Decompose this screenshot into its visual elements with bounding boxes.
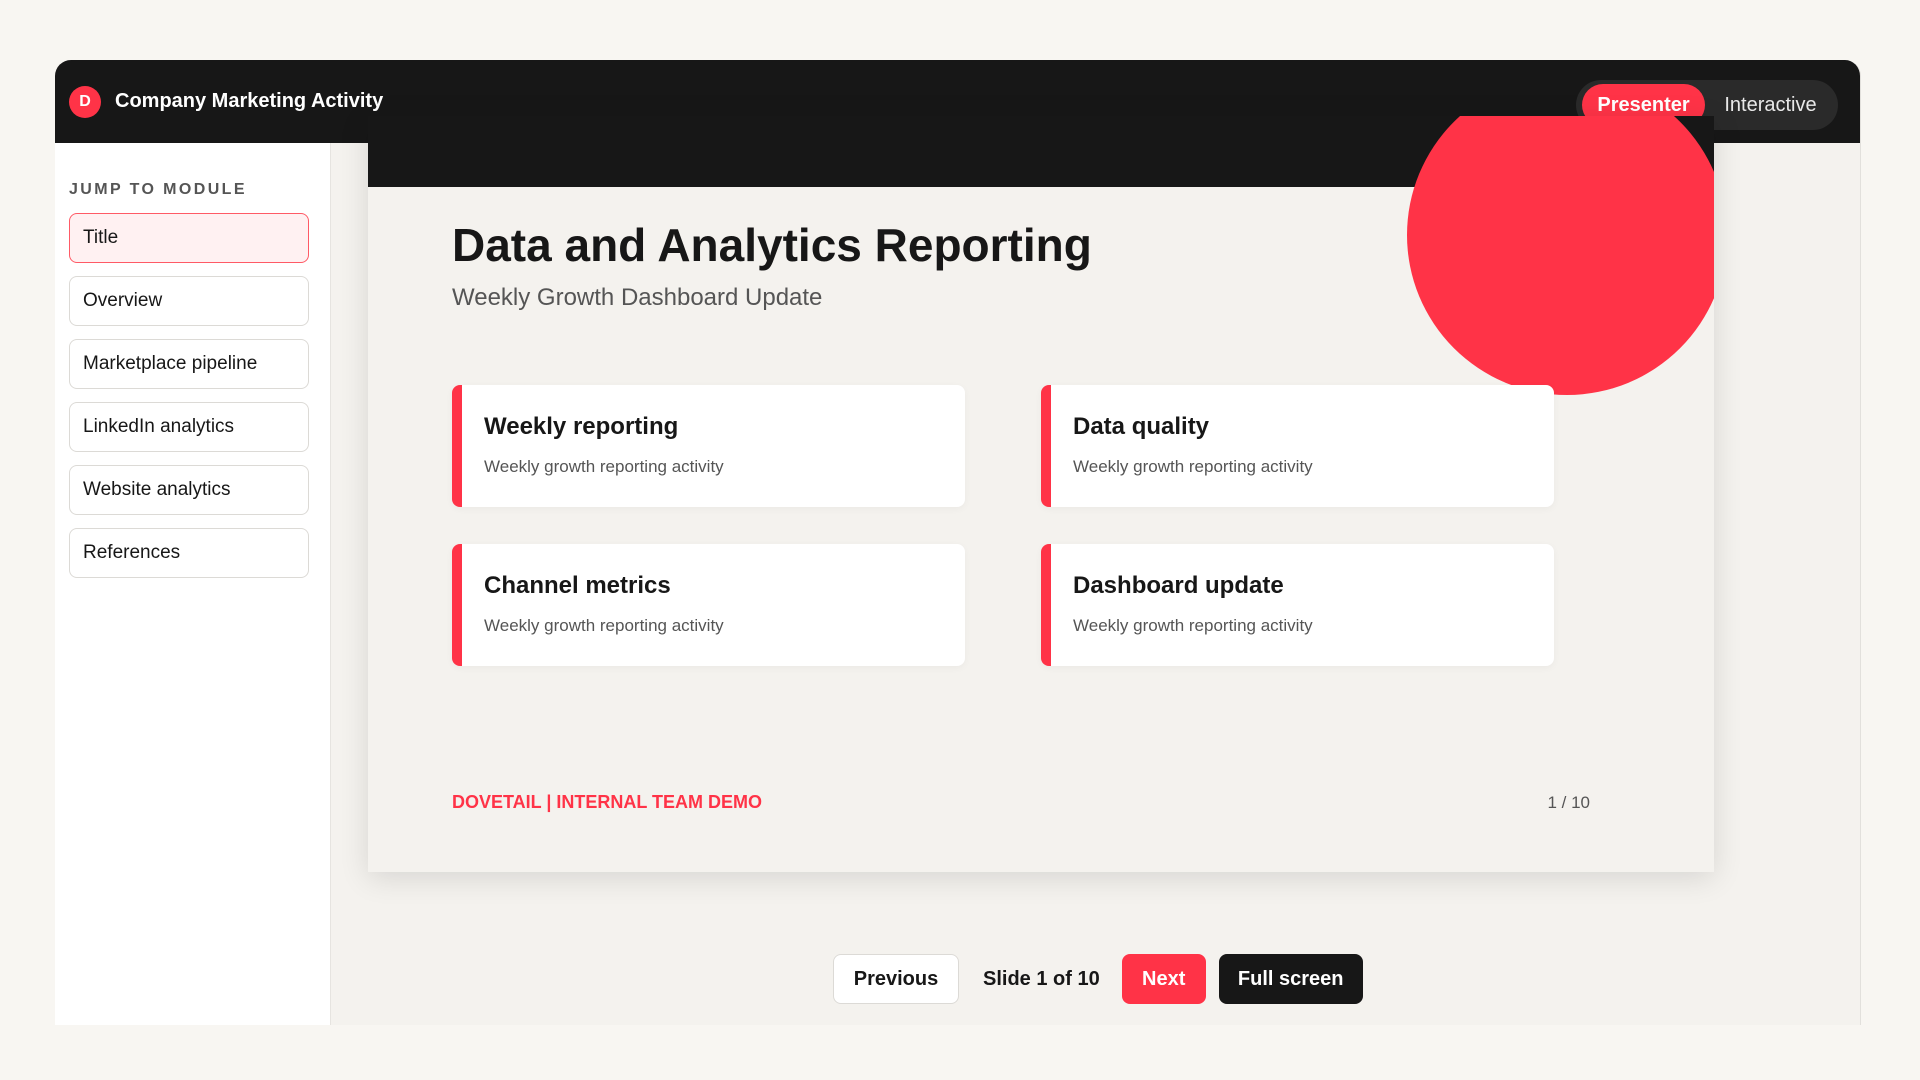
module-item-references[interactable]: References <box>69 528 309 578</box>
sidebar: JUMP TO MODULE Title Overview Marketplac… <box>55 143 331 1025</box>
interactive-mode-button[interactable]: Interactive <box>1709 84 1832 126</box>
card-title: Dashboard update <box>1073 572 1284 599</box>
card-title: Data quality <box>1073 413 1210 440</box>
card-channel-metrics: Channel metrics Weekly growth reporting … <box>452 544 965 666</box>
slide-page-number: 1 / 10 <box>1547 793 1590 812</box>
brand-logo-badge: D <box>69 85 101 118</box>
previous-button[interactable]: Previous <box>833 954 959 1004</box>
card-title: Channel metrics <box>484 572 671 599</box>
card-description: Weekly growth reporting activity <box>484 616 724 635</box>
slide-indicator: Slide 1 of 10 <box>983 967 1100 990</box>
next-button[interactable]: Next <box>1121 954 1206 1004</box>
module-item-website-analytics[interactable]: Website analytics <box>69 465 309 515</box>
slide-subtitle: Weekly Growth Dashboard Update <box>452 284 823 311</box>
slide-controls: Previous Slide 1 of 10 Next Full screen <box>833 954 1363 1004</box>
card-description: Weekly growth reporting activity <box>1073 457 1313 476</box>
card-description: Weekly growth reporting activity <box>1073 616 1313 635</box>
card-description: Weekly growth reporting activity <box>484 457 724 476</box>
card-weekly-reporting: Weekly reporting Weekly growth reporting… <box>452 385 965 507</box>
decorative-circle <box>1407 116 1714 395</box>
module-item-overview[interactable]: Overview <box>69 276 309 326</box>
fullscreen-button[interactable]: Full screen <box>1218 954 1363 1004</box>
card-dashboard-update: Dashboard update Weekly growth reporting… <box>1041 544 1554 666</box>
module-item-linkedin-analytics[interactable]: LinkedIn analytics <box>69 402 309 452</box>
card-title: Weekly reporting <box>484 413 679 440</box>
app-title: Company Marketing Activity <box>115 90 384 112</box>
slide-footer-brand: DOVETAIL | INTERNAL TEAM DEMO <box>452 792 763 812</box>
sidebar-heading: JUMP TO MODULE <box>69 181 247 198</box>
slide-canvas: Data and Analytics Reporting Weekly Grow… <box>368 116 1714 872</box>
card-data-quality: Data quality Weekly growth reporting act… <box>1041 385 1554 507</box>
module-list: Title Overview Marketplace pipeline Link… <box>69 213 316 578</box>
module-item-marketplace-pipeline[interactable]: Marketplace pipeline <box>69 339 309 389</box>
module-item-title[interactable]: Title <box>69 213 309 263</box>
slide-title: Data and Analytics Reporting <box>452 219 1092 271</box>
